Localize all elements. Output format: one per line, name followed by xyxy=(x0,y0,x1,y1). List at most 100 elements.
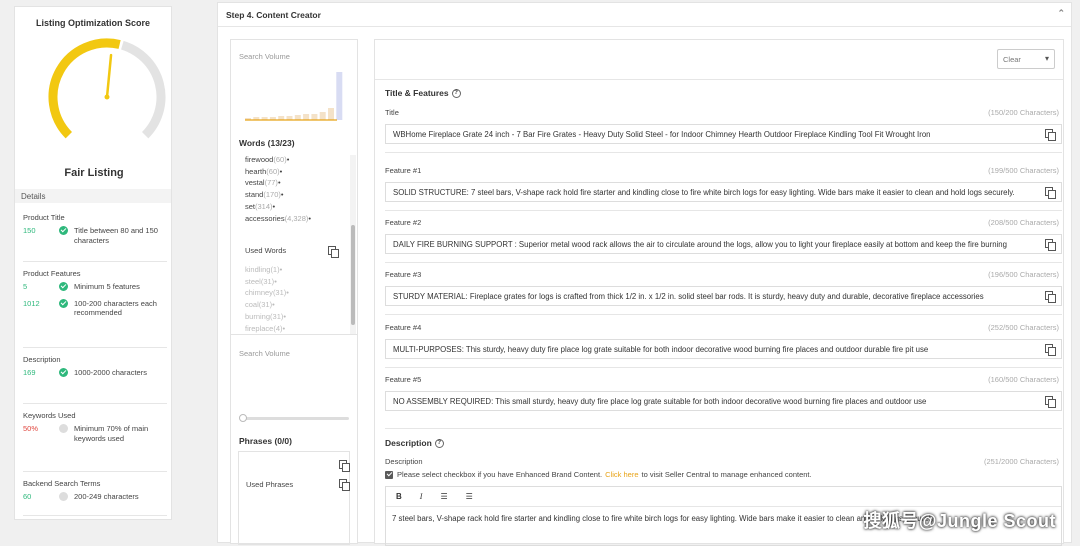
help-icon[interactable]: ? xyxy=(435,439,444,448)
search-volume-label: Search Volume xyxy=(239,52,290,61)
feature-1-label: Feature #1 xyxy=(385,166,421,175)
volume-bar xyxy=(303,114,309,120)
criteria-value: 5 xyxy=(23,282,59,292)
slider-handle[interactable] xyxy=(239,414,247,422)
section-heading: Product Features xyxy=(23,269,167,278)
word-item[interactable]: vestal(77)• xyxy=(245,177,311,189)
title-features-heading: Title & Features? xyxy=(385,88,461,98)
divider xyxy=(385,367,1062,368)
feature-5-char-count: (160/500 Characters) xyxy=(988,375,1059,384)
copy-icon[interactable] xyxy=(339,460,349,471)
used-word-item: chimney(31)• xyxy=(245,287,289,299)
words-heading: Words (13/23) xyxy=(239,138,295,148)
divider xyxy=(231,334,357,335)
feature-4-char-count: (252/500 Characters) xyxy=(988,323,1059,332)
feature-3-label: Feature #3 xyxy=(385,270,421,279)
feature-4-label: Feature #4 xyxy=(385,323,421,332)
criteria-row: 50% Minimum 70% of main keywords used xyxy=(23,424,167,443)
criteria-value: 1012 xyxy=(23,299,59,309)
ordered-list-button[interactable]: ☰ xyxy=(440,492,447,501)
feature-3-char-count: (196/500 Characters) xyxy=(988,270,1059,279)
word-item[interactable]: accessories(4,328)• xyxy=(245,213,311,225)
bold-button[interactable]: B xyxy=(396,492,402,501)
criteria-row: 169 1000-2000 characters xyxy=(23,368,167,378)
collapse-icon[interactable]: ⌃ xyxy=(1057,8,1065,19)
keywords-used-section: Keywords Used 50% Minimum 70% of main ke… xyxy=(23,411,167,450)
divider xyxy=(23,403,167,404)
copy-icon[interactable] xyxy=(1045,187,1055,198)
copy-icon[interactable] xyxy=(1045,396,1055,407)
copy-icon[interactable] xyxy=(339,479,349,490)
criteria-value: 60 xyxy=(23,492,59,502)
bullet-list-button[interactable]: ☰ xyxy=(466,492,473,501)
feature-4-input[interactable]: MULTI-PURPOSES: This sturdy, heavy duty … xyxy=(385,339,1062,359)
divider xyxy=(23,347,167,348)
word-item[interactable]: stand(170)• xyxy=(245,189,311,201)
criteria-text: 1000-2000 characters xyxy=(74,368,167,378)
criteria-text: Title between 80 and 150 characters xyxy=(74,226,167,245)
divider xyxy=(385,210,1062,211)
feature-3-input[interactable]: STURDY MATERIAL: Fireplace grates for lo… xyxy=(385,286,1062,306)
optimization-score-panel: Listing Optimization Score Fair Listing … xyxy=(14,6,172,520)
enhanced-content-checkbox[interactable] xyxy=(385,471,393,479)
description-label: Description xyxy=(385,457,423,466)
step-title: Step 4. Content Creator xyxy=(226,10,321,20)
volume-bar xyxy=(295,115,301,120)
phrases-box: Used Phrases xyxy=(238,451,350,545)
title-label: Title xyxy=(385,108,399,117)
criteria-row: 1012 100-200 characters each recommended xyxy=(23,299,167,318)
word-item[interactable]: set(314)• xyxy=(245,201,311,213)
criteria-value: 150 xyxy=(23,226,59,236)
score-label: Fair Listing xyxy=(15,167,172,179)
seller-central-link[interactable]: Click here xyxy=(605,470,638,479)
enhanced-content-checkbox-row: Please select checkbox if you have Enhan… xyxy=(385,470,812,479)
feature-5-input[interactable]: NO ASSEMBLY REQUIRED: This small sturdy,… xyxy=(385,391,1062,411)
copy-icon[interactable] xyxy=(1045,129,1055,140)
used-word-item: steel(31)• xyxy=(245,276,289,288)
used-phrases-label: Used Phrases xyxy=(246,480,293,489)
italic-button[interactable]: I xyxy=(420,492,423,501)
description-heading: Description? xyxy=(385,438,444,448)
volume-slider[interactable] xyxy=(241,417,349,420)
criteria-row: 5 Minimum 5 features xyxy=(23,282,167,292)
copy-icon[interactable] xyxy=(1045,239,1055,250)
divider xyxy=(375,79,1063,80)
pending-icon xyxy=(59,492,68,501)
check-icon xyxy=(59,299,68,308)
description-section: Description 169 1000-2000 characters xyxy=(23,355,167,385)
criteria-value: 50% xyxy=(23,424,59,434)
volume-bar xyxy=(311,114,317,120)
section-heading: Backend Search Terms xyxy=(23,479,167,488)
feature-2-input[interactable]: DAILY FIRE BURNING SUPPORT : Superior me… xyxy=(385,234,1062,254)
divider xyxy=(385,262,1062,263)
gauge-hub xyxy=(105,95,110,100)
copy-icon[interactable] xyxy=(1045,291,1055,302)
copy-icon[interactable] xyxy=(1045,344,1055,355)
criteria-text: 200-249 characters xyxy=(74,492,167,502)
title-input[interactable]: WBHome Fireplace Grate 24 inch - 7 Bar F… xyxy=(385,124,1062,144)
search-volume-chart xyxy=(241,66,353,124)
step-header[interactable]: Step 4. Content Creator ⌃ xyxy=(218,3,1071,27)
used-words-list: kindling(1)• steel(31)• chimney(31)• coa… xyxy=(245,264,289,334)
feature-2-label: Feature #2 xyxy=(385,218,421,227)
help-icon[interactable]: ? xyxy=(452,89,461,98)
product-title-section: Product Title 150 Title between 80 and 1… xyxy=(23,213,167,252)
used-words-label: Used Words xyxy=(245,246,286,255)
word-item[interactable]: firewood(60)• xyxy=(245,154,311,166)
feature-1-input[interactable]: SOLID STRUCTURE: 7 steel bars, V-shape r… xyxy=(385,182,1062,202)
watermark: 搜狐号@Jungle Scout xyxy=(863,507,1056,533)
word-item[interactable]: hearth(60)• xyxy=(245,166,311,178)
divider xyxy=(23,261,167,262)
feature-1-char-count: (199/500 Characters) xyxy=(988,166,1059,175)
gauge-needle xyxy=(107,55,111,97)
criteria-text: 100-200 characters each recommended xyxy=(74,299,167,318)
clear-dropdown[interactable]: Clear xyxy=(997,49,1055,69)
copy-icon[interactable] xyxy=(328,246,338,257)
criteria-value: 169 xyxy=(23,368,59,378)
criteria-text: Minimum 5 features xyxy=(74,282,167,292)
volume-bar xyxy=(328,108,334,120)
gauge-empty-arc xyxy=(122,45,161,135)
volume-bar xyxy=(336,72,342,120)
words-scrollbar-thumb[interactable] xyxy=(351,225,355,325)
divider xyxy=(23,471,167,472)
